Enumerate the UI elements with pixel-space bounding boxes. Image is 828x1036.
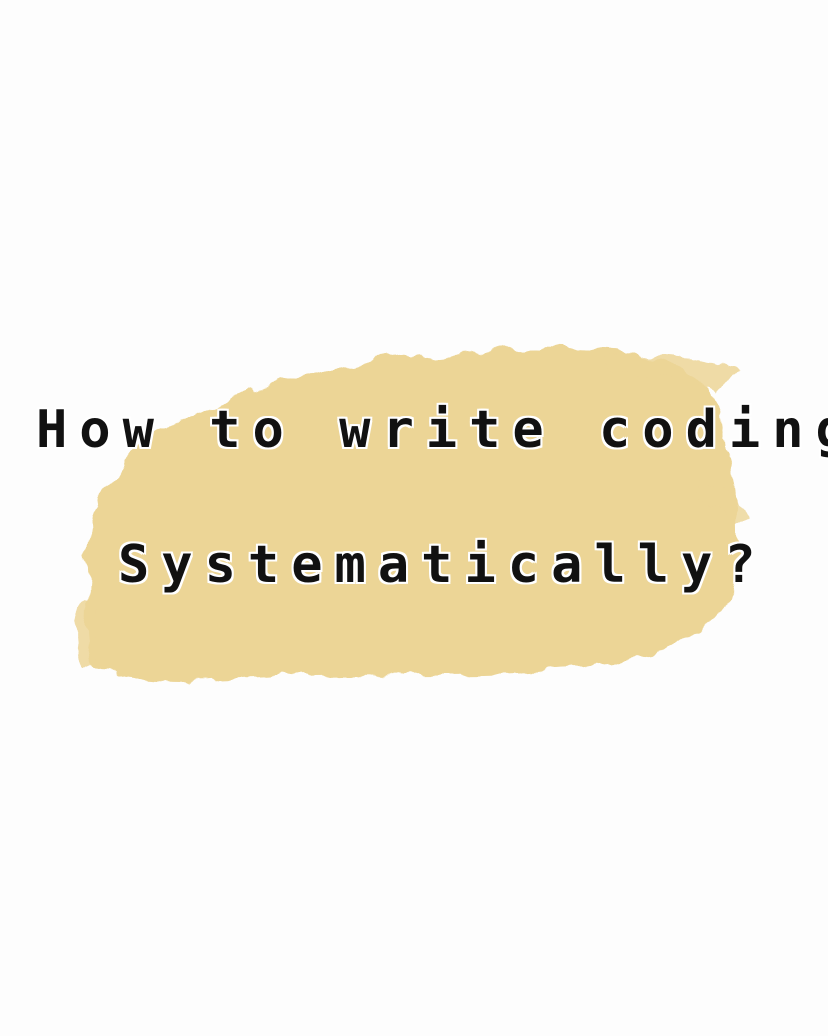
title-line-2: Systematically? [118,535,768,595]
graphic-canvas: How to write coding Systematically? [0,0,828,1036]
paint-brush-stroke [74,349,752,681]
title-line-1: How to write coding [36,400,828,460]
